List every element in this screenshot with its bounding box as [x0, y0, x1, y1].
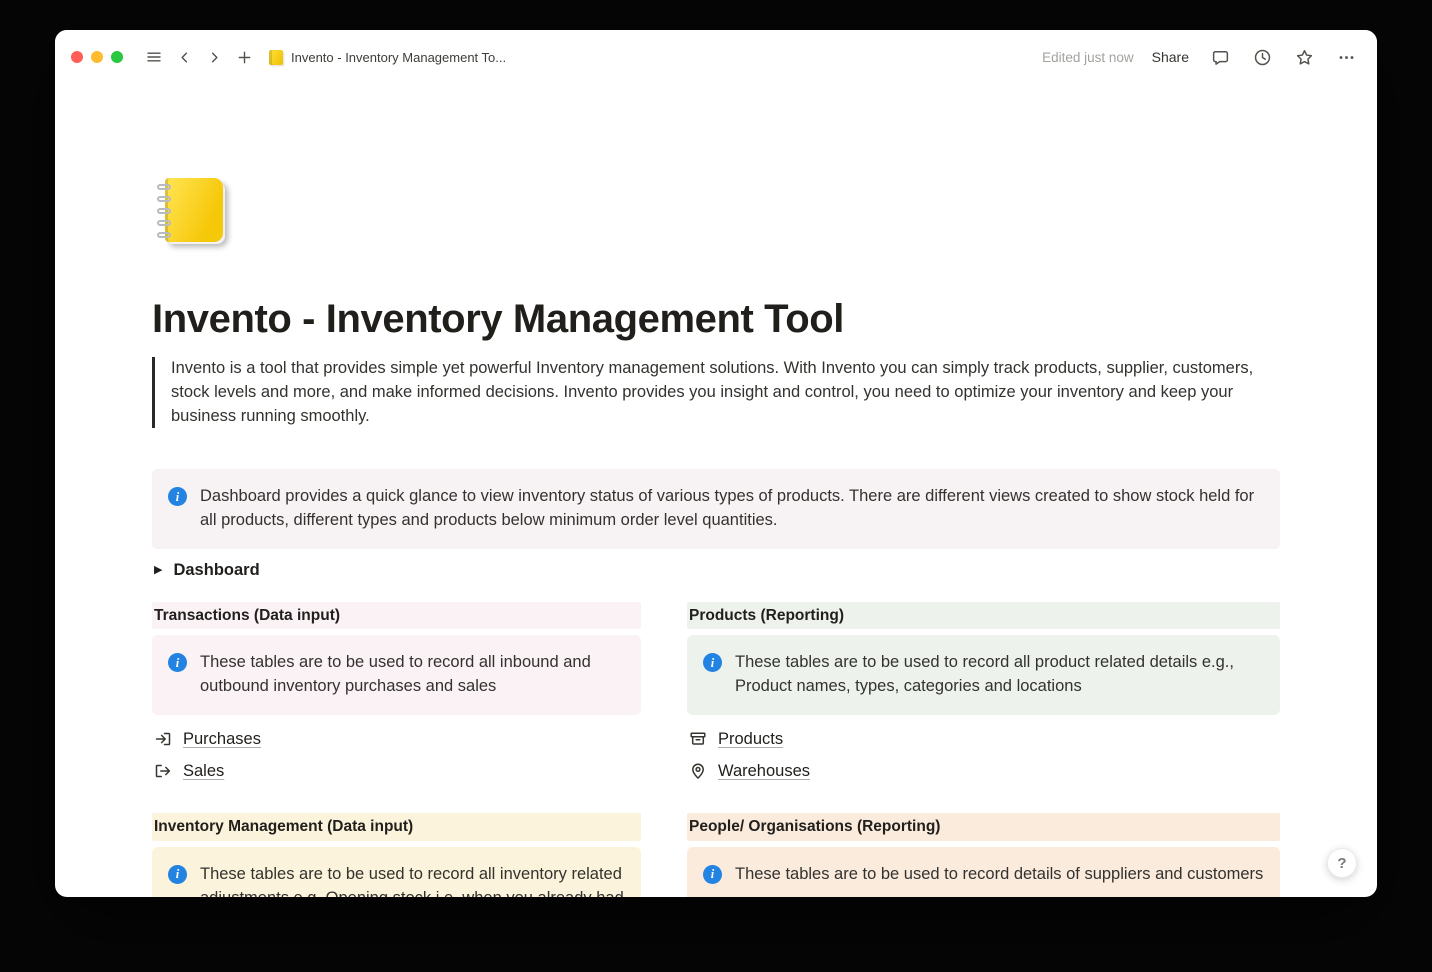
page-body: Invento - Inventory Management Tool Inve…	[152, 175, 1280, 897]
archive-box-icon	[689, 730, 707, 748]
fullscreen-window-button[interactable]	[111, 51, 123, 63]
left-column: Transactions (Data input) i These tables…	[152, 602, 641, 897]
products-links: Products Warehouses	[687, 723, 1280, 787]
section-transactions: Transactions (Data input) i These tables…	[152, 602, 641, 787]
right-column: Products (Reporting) i These tables are …	[687, 602, 1280, 897]
section-title-products: Products (Reporting)	[687, 602, 1280, 629]
info-icon: i	[703, 653, 722, 672]
dashboard-info-callout: i Dashboard provides a quick glance to v…	[152, 469, 1280, 549]
titlebar: Invento - Inventory Management To... Edi…	[55, 30, 1377, 84]
dashboard-toggle-label: Dashboard	[173, 561, 259, 580]
link-label-warehouses: Warehouses	[718, 762, 810, 781]
nav-controls	[141, 44, 257, 70]
inventory-callout: i These tables are to be used to record …	[152, 847, 641, 897]
link-label-purchases: Purchases	[183, 730, 261, 749]
notion-app-window: Invento - Inventory Management To... Edi…	[55, 30, 1377, 897]
transactions-links: Purchases Sales	[152, 723, 641, 787]
edited-status: Edited just now	[1042, 50, 1134, 65]
comments-icon[interactable]	[1207, 44, 1233, 70]
section-title-inventory: Inventory Management (Data input)	[152, 813, 641, 840]
column-list: Transactions (Data input) i These tables…	[152, 602, 1280, 897]
close-window-button[interactable]	[71, 51, 83, 63]
notebook-cover	[165, 178, 223, 242]
info-icon: i	[168, 487, 187, 506]
link-warehouses[interactable]: Warehouses	[687, 755, 810, 787]
sidebar-menu-icon[interactable]	[141, 44, 167, 70]
page-title: Invento - Inventory Management Tool	[152, 295, 1280, 343]
forward-icon[interactable]	[201, 44, 227, 70]
intro-quote-text: Invento is a tool that provides simple y…	[171, 359, 1253, 425]
new-tab-plus-icon[interactable]	[231, 44, 257, 70]
tab-title: Invento - Inventory Management To...	[291, 50, 506, 65]
people-callout: i These tables are to be used to record …	[687, 847, 1280, 897]
location-pin-icon	[689, 762, 707, 780]
minimize-window-button[interactable]	[91, 51, 103, 63]
page-icon-notebook[interactable]	[154, 175, 232, 249]
import-box-icon	[154, 730, 172, 748]
link-label-products: Products	[718, 730, 783, 749]
notebook-spiral-rings	[157, 184, 171, 238]
back-icon[interactable]	[171, 44, 197, 70]
section-inventory-management: Inventory Management (Data input) i Thes…	[152, 813, 641, 897]
updates-clock-icon[interactable]	[1249, 44, 1275, 70]
inventory-callout-text: These tables are to be used to record al…	[200, 863, 625, 897]
info-icon: i	[168, 865, 187, 884]
export-box-icon	[154, 762, 172, 780]
section-products: Products (Reporting) i These tables are …	[687, 602, 1280, 787]
dashboard-info-text: Dashboard provides a quick glance to vie…	[200, 485, 1260, 533]
notebook-emoji-icon	[269, 50, 283, 65]
link-purchases[interactable]: Purchases	[152, 723, 261, 755]
titlebar-actions: Edited just now Share	[1042, 44, 1359, 70]
section-title-transactions: Transactions (Data input)	[152, 602, 641, 629]
products-callout: i These tables are to be used to record …	[687, 635, 1280, 715]
info-icon: i	[703, 865, 722, 884]
people-callout-text: These tables are to be used to record de…	[735, 863, 1263, 887]
products-callout-text: These tables are to be used to record al…	[735, 651, 1264, 699]
transactions-callout: i These tables are to be used to record …	[152, 635, 641, 715]
help-button[interactable]: ?	[1327, 848, 1357, 878]
favorite-star-icon[interactable]	[1291, 44, 1317, 70]
section-title-people: People/ Organisations (Reporting)	[687, 813, 1280, 840]
link-products[interactable]: Products	[687, 723, 783, 755]
share-button[interactable]: Share	[1150, 49, 1191, 65]
link-sales[interactable]: Sales	[152, 755, 224, 787]
more-options-icon[interactable]	[1333, 44, 1359, 70]
window-controls	[71, 51, 123, 63]
intro-quote-block: Invento is a tool that provides simple y…	[152, 357, 1257, 428]
link-label-sales: Sales	[183, 762, 224, 781]
toggle-triangle-icon[interactable]: ▶	[154, 565, 162, 576]
info-icon: i	[168, 653, 187, 672]
transactions-callout-text: These tables are to be used to record al…	[200, 651, 625, 699]
section-people-organisations: People/ Organisations (Reporting) i Thes…	[687, 813, 1280, 897]
dashboard-toggle[interactable]: ▶ Dashboard	[152, 557, 262, 584]
current-tab[interactable]: Invento - Inventory Management To...	[269, 50, 506, 65]
